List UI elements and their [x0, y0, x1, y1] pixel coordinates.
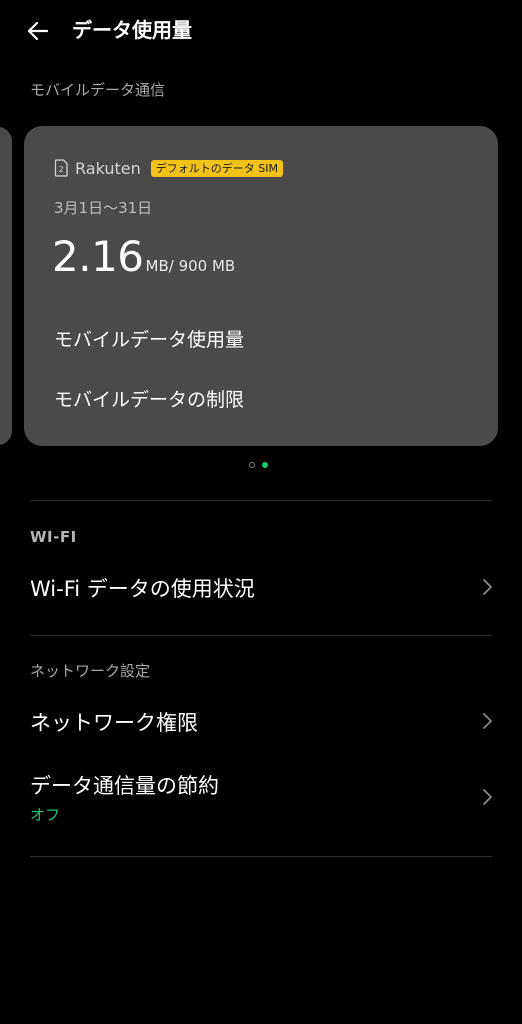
section-label-network-settings: ネットワーク設定 — [30, 662, 151, 680]
network-permissions-row[interactable]: ネットワーク権限 — [0, 694, 522, 750]
pager-dot[interactable] — [249, 462, 255, 468]
usage-unit: MB — [145, 257, 169, 275]
data-saver-status: オフ — [30, 806, 61, 824]
carrier-name: Rakuten — [75, 158, 141, 178]
card-pager-dots — [249, 462, 268, 468]
divider — [30, 856, 492, 857]
default-data-sim-badge: デフォルトのデータ SIM — [150, 159, 283, 177]
wifi-data-usage-row[interactable]: Wi-Fi データの使用状況 — [0, 560, 522, 616]
data-usage-readout: 2.16 MB / 900 MB — [52, 232, 235, 281]
chevron-right-icon — [481, 578, 493, 596]
sim-2-icon: 2 — [54, 159, 68, 177]
sim-header: 2 Rakuten デフォルトのデータ SIM — [54, 157, 283, 179]
pager-dot-active[interactable] — [262, 462, 268, 468]
network-permissions-label: ネットワーク権限 — [30, 711, 198, 735]
divider — [30, 500, 492, 501]
chevron-right-icon — [481, 788, 493, 806]
wifi-data-usage-label: Wi-Fi データの使用状況 — [30, 577, 255, 601]
chevron-right-icon — [481, 712, 493, 730]
section-label-wifi: WI-FI — [30, 528, 77, 546]
page-title: データ使用量 — [72, 18, 192, 42]
section-label-mobile-data: モバイルデータ通信 — [30, 81, 166, 99]
back-arrow-icon[interactable] — [24, 17, 52, 45]
svg-text:2: 2 — [59, 165, 64, 174]
sim-data-card[interactable]: 2 Rakuten デフォルトのデータ SIM 3月1日〜31日 2.16 MB… — [24, 126, 498, 446]
usage-limit: / 900 MB — [168, 257, 236, 275]
usage-value: 2.16 — [52, 232, 144, 281]
mobile-data-usage-link[interactable]: モバイルデータ使用量 — [54, 325, 244, 352]
top-app-bar: データ使用量 — [0, 0, 522, 60]
divider — [30, 635, 492, 636]
previous-sim-card[interactable] — [0, 127, 12, 445]
mobile-data-limit-link[interactable]: モバイルデータの制限 — [54, 385, 244, 412]
data-saver-label: データ通信量の節約 — [30, 774, 219, 798]
data-saver-row[interactable]: データ通信量の節約 オフ — [0, 760, 522, 840]
billing-period: 3月1日〜31日 — [54, 199, 153, 217]
